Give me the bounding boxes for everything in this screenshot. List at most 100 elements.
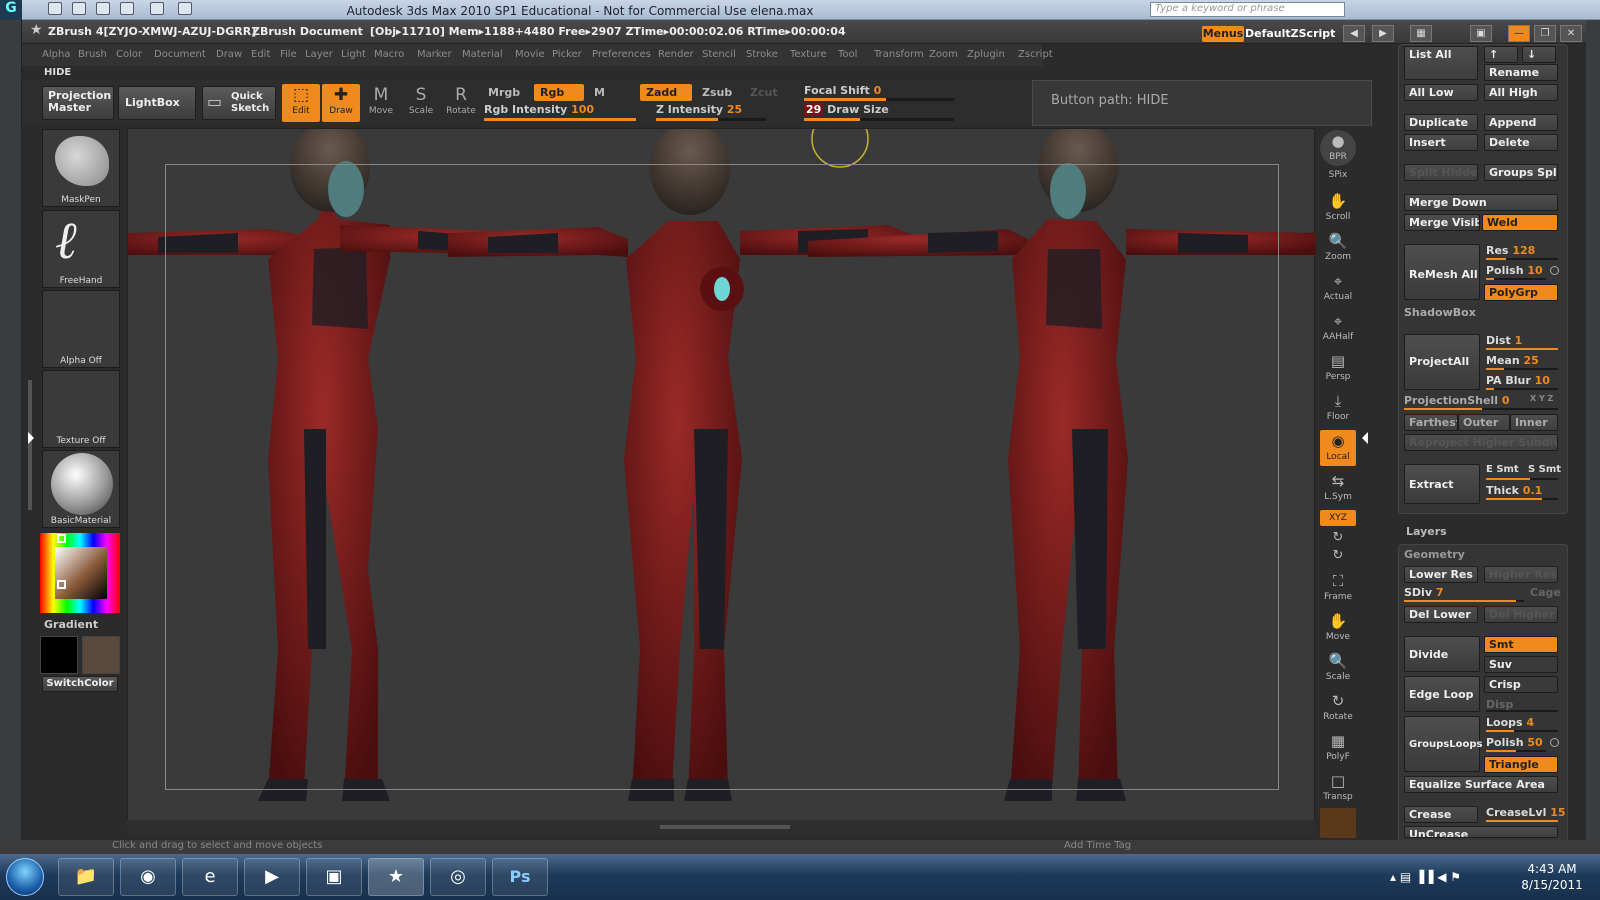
stroke-tile[interactable]: ℓ FreeHand [42,210,120,288]
layers-section[interactable]: Layers [1406,525,1447,538]
quick-sketch-button[interactable]: ▭ Quick Sketch [202,86,276,120]
edge-loop-button[interactable]: Edge Loop [1404,676,1480,712]
switch-color-button[interactable]: SwitchColor [42,676,118,692]
frame-button[interactable]: ⛶ Frame [1320,570,1356,606]
focal-shift-label[interactable]: Focal Shift 0 [804,84,881,97]
divide-button[interactable]: Divide [1404,636,1480,672]
menus-button[interactable]: Menus [1202,26,1244,42]
del-lower-button[interactable]: Del Lower [1404,606,1478,623]
3dsmax-icon[interactable]: ▣ [306,858,362,896]
mean-slider[interactable] [1486,368,1558,370]
material-tile[interactable]: BasicMaterial [42,450,120,528]
lsym-button[interactable]: ⇆ L.Sym [1320,470,1356,506]
polish2-slider[interactable] [1486,750,1546,752]
m-button[interactable]: M [588,84,628,101]
sdiv-label[interactable]: SDiv 7 [1404,586,1444,599]
firefox-icon[interactable]: ◉ [120,858,176,896]
dist-slider[interactable] [1486,348,1558,350]
move-tool[interactable]: M Move [362,84,400,122]
menu-zoom[interactable]: Zoom [929,49,958,60]
z-intensity-slider[interactable] [656,118,766,121]
uncrease-button[interactable]: UnCrease [1404,826,1558,838]
mean-label[interactable]: Mean 25 [1486,354,1539,367]
geometry-section[interactable]: Geometry [1404,548,1465,561]
layout-icon[interactable]: ▦ [1410,25,1432,42]
zoom-button[interactable]: 🔍 Zoom [1320,230,1356,266]
projection-shell-label[interactable]: ProjectionShell 0 [1404,394,1509,407]
scroll-button[interactable]: ✋ Scroll [1320,190,1356,226]
menu-color[interactable]: Color [116,49,142,60]
minimize-icon[interactable]: — [1508,25,1530,42]
bpr-button[interactable]: ● BPR [1320,130,1356,166]
max-search-input[interactable]: Type a keyword or phrase [1150,2,1345,17]
canvas-scroll-handle[interactable] [660,825,790,829]
all-low-button[interactable]: All Low [1404,84,1478,101]
menu-preferences[interactable]: Preferences [592,49,651,60]
append-button[interactable]: Append [1484,114,1558,131]
explorer-icon[interactable]: 📁 [58,858,114,896]
projection-shell-slider[interactable] [1404,408,1558,410]
xyz-button[interactable]: XYZ [1320,510,1356,526]
polyf-button[interactable]: ▦ PolyF [1320,730,1356,766]
polish-slider[interactable] [1486,278,1546,280]
duplicate-button[interactable]: Duplicate [1404,114,1478,131]
brush-tile[interactable]: MaskPen [42,129,120,207]
left-tray-handle[interactable] [28,380,32,510]
alpha-tile[interactable]: Alpha Off [42,290,120,368]
menu-zscript[interactable]: Zscript [1018,49,1053,60]
rgb-button[interactable]: Rgb [534,84,584,101]
add-time-tag[interactable]: Add Time Tag [1064,840,1131,851]
move-down-icon[interactable]: ↓ [1522,46,1556,63]
scale-view-button[interactable]: 🔍 Scale [1320,650,1356,686]
zadd-button[interactable]: Zadd [640,84,692,101]
menu-render[interactable]: Render [658,49,694,60]
polish2-toggle-icon[interactable] [1550,738,1559,747]
higher-res-button[interactable]: Higher Res [1484,566,1558,583]
smt-slider[interactable] [1486,478,1558,480]
actual-button[interactable]: ⌖ Actual [1320,270,1356,306]
all-high-button[interactable]: All High [1484,84,1558,101]
rgb-intensity-label[interactable]: Rgb Intensity 100 [484,103,594,116]
zsub-button[interactable]: Zsub [696,84,746,101]
delete-button[interactable]: Delete [1484,134,1558,151]
scale-tool[interactable]: S Scale [402,84,440,122]
close-icon[interactable]: ✕ [1560,25,1582,42]
smt-button[interactable]: Smt [1484,636,1558,653]
start-button[interactable] [6,858,44,896]
split-hidden-button[interactable]: Split Hidden [1404,164,1478,181]
insert-button[interactable]: Insert [1404,134,1478,151]
weld-button[interactable]: Weld [1482,214,1558,231]
remesh-all-button[interactable]: ReMesh All [1404,244,1480,300]
pa-blur-label[interactable]: PA Blur 10 [1486,374,1550,387]
projection-master-button[interactable]: Projection Master [42,86,114,120]
xyz-axes-label[interactable]: X Y Z [1530,394,1553,403]
mrgb-button[interactable]: Mrgb [482,84,530,101]
move-up-icon[interactable]: ↑ [1484,46,1518,63]
creaselvl-label[interactable]: CreaseLvl 15 [1486,806,1566,819]
z-intensity-label[interactable]: Z Intensity 25 [656,103,742,116]
maximize-icon[interactable]: ❐ [1534,25,1556,42]
local-button[interactable]: ◉ Local [1320,430,1356,466]
loops-slider[interactable] [1486,730,1558,732]
s-smt-label[interactable]: S Smt [1528,464,1561,475]
quicktime-icon[interactable]: ◎ [430,858,486,896]
menu-edit[interactable]: Edit [251,49,270,60]
equalize-surface-area-button[interactable]: Equalize Surface Area [1404,776,1558,793]
polish-label[interactable]: Polish 10 [1486,264,1543,277]
menu-draw[interactable]: Draw [216,49,242,60]
lightbox-button[interactable]: LightBox [118,86,196,120]
crisp-button[interactable]: Crisp [1484,676,1558,693]
menu-document[interactable]: Document [154,49,206,60]
polish-toggle-icon[interactable] [1550,266,1559,275]
menu-material[interactable]: Material [462,49,503,60]
merge-down-button[interactable]: Merge Down [1404,194,1558,211]
color-marker[interactable] [57,580,66,589]
e-smt-label[interactable]: E Smt [1486,464,1519,475]
lower-res-button[interactable]: Lower Res [1404,566,1478,583]
left-tray-arrow-icon[interactable] [28,432,34,444]
cage-button[interactable]: Cage [1530,586,1561,599]
thick-slider[interactable] [1486,498,1558,500]
loops-label[interactable]: Loops 4 [1486,716,1534,729]
rotate-view-button[interactable]: ↻ Rotate [1320,690,1356,726]
rotate-z-icon[interactable]: ↻ [1320,548,1356,564]
